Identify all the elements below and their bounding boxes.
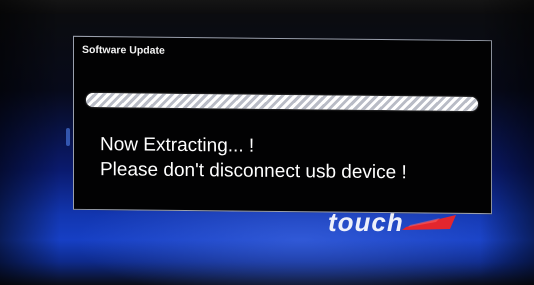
tv-bezel: [0, 0, 534, 14]
screen-reflection: [66, 128, 70, 146]
brand-swoosh-icon: [402, 215, 456, 230]
dialog-title: Software Update: [82, 43, 165, 57]
status-message: Now Extracting... ! Please don't disconn…: [100, 132, 407, 185]
warning-line: Please don't disconnect usb device !: [100, 159, 407, 184]
update-progress-bar: [86, 92, 478, 112]
tv-screen: intel touch Software Update Now Extracti…: [0, 0, 534, 285]
progress-bar-fill: [86, 92, 478, 112]
software-update-dialog: Software Update Now Extracting... ! Plea…: [73, 35, 492, 215]
status-line: Now Extracting... !: [100, 134, 255, 157]
